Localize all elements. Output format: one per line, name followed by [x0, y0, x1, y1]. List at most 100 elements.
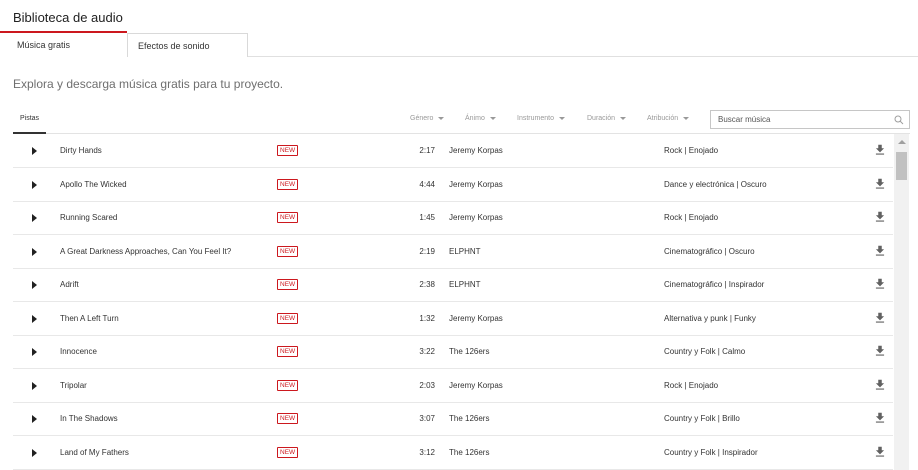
search-input[interactable] — [711, 111, 881, 128]
play-icon — [32, 281, 37, 289]
new-badge: NEW — [277, 179, 299, 190]
play-button[interactable] — [31, 448, 41, 458]
filter-genre[interactable]: Género — [410, 115, 445, 122]
track-row: A Great Darkness Approaches, Can You Fee… — [13, 235, 893, 269]
title-bar: Biblioteca de audio — [0, 0, 918, 33]
page-title: Biblioteca de audio — [13, 10, 123, 25]
play-icon — [32, 348, 37, 356]
new-badge: NEW — [277, 380, 299, 391]
track-duration: 3:07 — [419, 414, 435, 423]
play-icon — [32, 315, 37, 323]
search-icon[interactable] — [893, 114, 905, 126]
track-artist: Jeremy Korpas — [449, 381, 503, 390]
caret-down-icon — [438, 116, 445, 120]
filter-instrument[interactable]: Instrumento — [517, 115, 565, 122]
new-badge: NEW — [277, 212, 299, 223]
download-icon[interactable] — [873, 445, 887, 459]
download-icon[interactable] — [873, 210, 887, 224]
play-icon — [32, 248, 37, 256]
play-button[interactable] — [31, 347, 41, 357]
track-title: Then A Left Turn — [60, 314, 119, 323]
track-genre-mood: Rock | Enojado — [664, 213, 719, 222]
play-button[interactable] — [31, 314, 41, 324]
play-icon — [32, 181, 37, 189]
track-row: Tripolar NEW 2:03 Jeremy Korpas Rock | E… — [13, 369, 893, 403]
download-icon[interactable] — [873, 277, 887, 291]
download-icon[interactable] — [873, 143, 887, 157]
track-duration: 4:44 — [419, 180, 435, 189]
new-badge: NEW — [277, 447, 299, 458]
play-icon — [32, 382, 37, 390]
play-button[interactable] — [31, 247, 41, 257]
play-button[interactable] — [31, 414, 41, 424]
track-row: In The Shadows NEW 3:07 The 126ers Count… — [13, 402, 893, 436]
track-artist: The 126ers — [449, 347, 490, 356]
filter-instrument-label: Instrumento — [517, 115, 554, 122]
download-icon[interactable] — [873, 344, 887, 358]
track-duration: 2:17 — [419, 146, 435, 155]
track-genre-mood: Country y Folk | Brillo — [664, 414, 740, 423]
play-icon — [32, 415, 37, 423]
play-icon — [32, 449, 37, 457]
track-artist: Jeremy Korpas — [449, 146, 503, 155]
tab-tracks[interactable]: Pistas — [13, 108, 47, 134]
filter-attribution[interactable]: Atribución — [647, 115, 690, 122]
page-subtitle: Explora y descarga música gratis para tu… — [13, 77, 284, 91]
new-badge: NEW — [277, 246, 299, 257]
new-badge: NEW — [277, 413, 299, 424]
track-genre-mood: Alternativa y punk | Funky — [664, 314, 756, 323]
play-button[interactable] — [31, 213, 41, 223]
new-badge: NEW — [277, 313, 299, 324]
track-duration: 3:12 — [419, 448, 435, 457]
scroll-up-arrow-icon[interactable] — [898, 140, 906, 144]
track-title: Innocence — [60, 347, 97, 356]
track-genre-mood: Country y Folk | Calmo — [664, 347, 746, 356]
caret-down-icon — [620, 116, 627, 120]
tab-sound-effects[interactable]: Efectos de sonido — [127, 33, 248, 57]
track-title: Land of My Fathers — [60, 448, 129, 457]
track-row: Dirty Hands NEW 2:17 Jeremy Korpas Rock … — [13, 134, 893, 168]
track-artist: Jeremy Korpas — [449, 180, 503, 189]
download-icon[interactable] — [873, 244, 887, 258]
new-badge: NEW — [277, 346, 299, 357]
play-button[interactable] — [31, 146, 41, 156]
track-artist: ELPHNT — [449, 280, 481, 289]
track-duration: 3:22 — [419, 347, 435, 356]
track-genre-mood: Rock | Enojado — [664, 381, 719, 390]
track-title: Running Scared — [60, 213, 118, 222]
download-icon[interactable] — [873, 177, 887, 191]
track-title: Apollo The Wicked — [60, 180, 127, 189]
track-title: A Great Darkness Approaches, Can You Fee… — [60, 247, 232, 256]
download-icon[interactable] — [873, 378, 887, 392]
track-row: Innocence NEW 3:22 The 126ers Country y … — [13, 335, 893, 369]
tab-free-music[interactable]: Música gratis — [0, 33, 127, 57]
tab-bar: Música gratis Efectos de sonido — [0, 33, 918, 57]
scrollbar[interactable] — [894, 134, 909, 470]
track-title: In The Shadows — [60, 414, 118, 423]
download-icon[interactable] — [873, 411, 887, 425]
filter-genre-label: Género — [410, 115, 434, 122]
track-genre-mood: Cinematográfico | Inspirador — [664, 280, 765, 289]
track-duration: 2:03 — [419, 381, 435, 390]
track-duration: 2:38 — [419, 280, 435, 289]
filter-mood[interactable]: Ánimo — [465, 115, 496, 122]
track-artist: ELPHNT — [449, 247, 481, 256]
play-button[interactable] — [31, 180, 41, 190]
track-row: Adrift NEW 2:38 ELPHNT Cinematográfico |… — [13, 268, 893, 302]
new-badge: NEW — [277, 145, 299, 156]
play-button[interactable] — [31, 381, 41, 391]
scrollbar-thumb[interactable] — [896, 152, 907, 180]
track-title: Tripolar — [60, 381, 87, 390]
filter-duration[interactable]: Duración — [587, 115, 627, 122]
download-icon[interactable] — [873, 311, 887, 325]
play-button[interactable] — [31, 280, 41, 290]
track-artist: The 126ers — [449, 414, 490, 423]
filter-bar: Pistas Género Ánimo Instrumento Duración… — [13, 108, 910, 134]
track-artist: Jeremy Korpas — [449, 314, 503, 323]
track-genre-mood: Country y Folk | Inspirador — [664, 448, 758, 457]
track-title: Dirty Hands — [60, 146, 102, 155]
search-box — [710, 110, 910, 129]
track-genre-mood: Cinematográfico | Oscuro — [664, 247, 755, 256]
caret-down-icon — [683, 116, 690, 120]
track-row: Then A Left Turn NEW 1:32 Jeremy Korpas … — [13, 302, 893, 336]
